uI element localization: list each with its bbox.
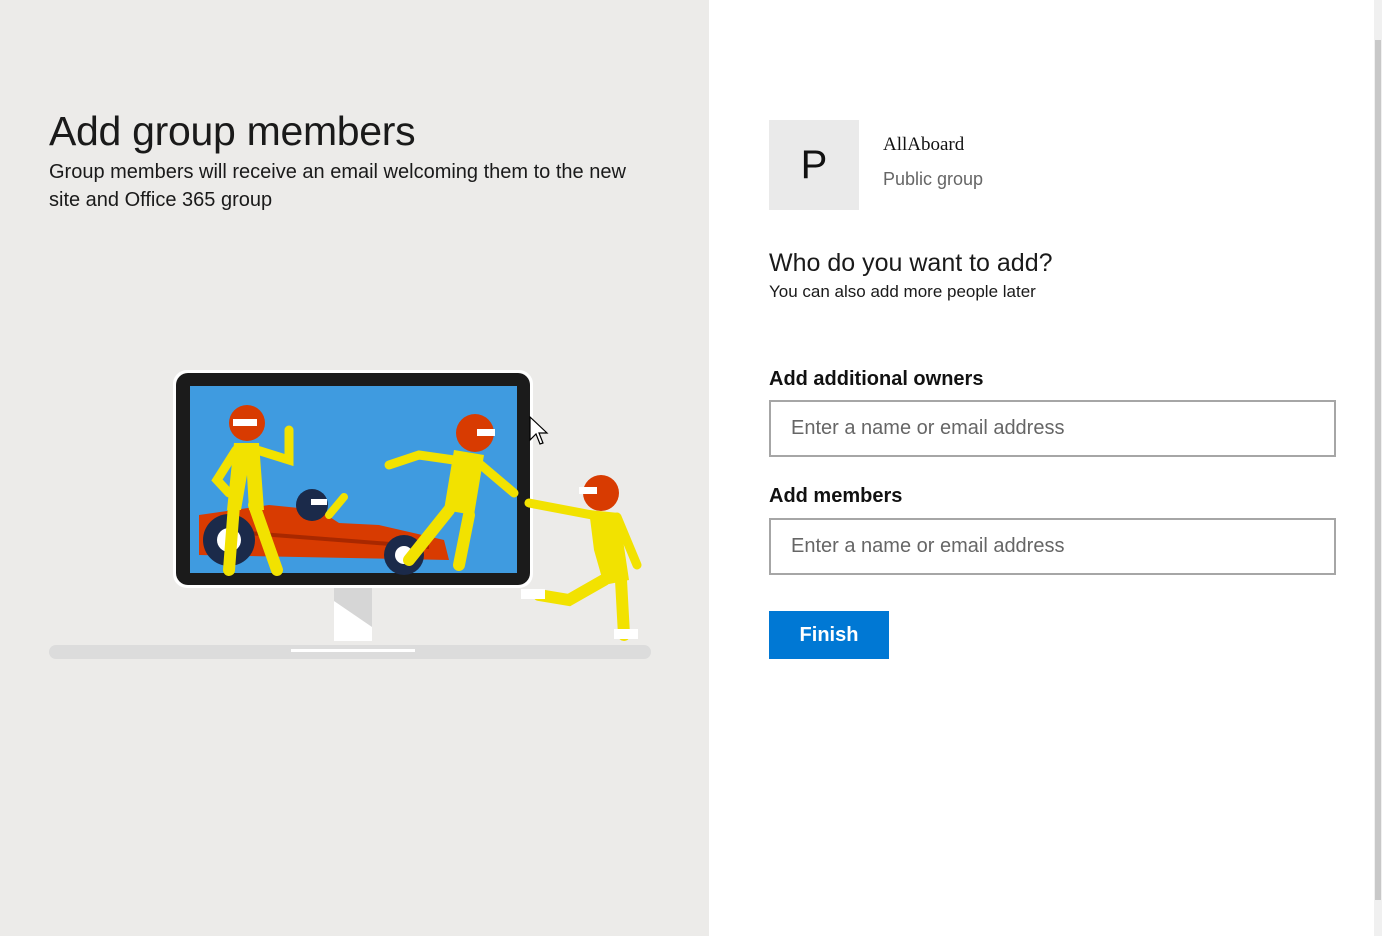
scrollbar-thumb[interactable] bbox=[1375, 40, 1381, 900]
mouse-pointer-icon bbox=[529, 416, 549, 445]
page-subtitle: Group members will receive an email welc… bbox=[49, 161, 626, 211]
group-privacy-type: Public group bbox=[883, 169, 984, 189]
group-name: AllAboard bbox=[883, 134, 965, 155]
owners-input[interactable] bbox=[769, 400, 1336, 457]
figure3-arm-left bbox=[524, 498, 597, 520]
who-question-heading: Who do you want to add? bbox=[769, 249, 1053, 277]
finish-button[interactable]: Finish bbox=[769, 611, 889, 659]
figure3-shoe-back bbox=[521, 589, 545, 599]
page-title: Add group members bbox=[49, 108, 416, 154]
driver-visor bbox=[311, 499, 327, 505]
members-input[interactable] bbox=[769, 518, 1336, 575]
left-panel: Add group members Group members will rec… bbox=[0, 0, 709, 936]
figure3-legs bbox=[533, 574, 630, 641]
figure2-visor bbox=[477, 429, 495, 436]
floor-line bbox=[291, 649, 415, 652]
members-field-label: Add members bbox=[769, 485, 903, 507]
who-question-subtext: You can also add more people later bbox=[769, 282, 1036, 301]
owners-field-label: Add additional owners bbox=[769, 368, 984, 390]
vertical-scrollbar[interactable] bbox=[1374, 0, 1382, 936]
figure3-visor bbox=[579, 487, 597, 494]
figure1-visor bbox=[233, 419, 257, 426]
team-illustration bbox=[49, 370, 651, 659]
group-avatar: P bbox=[769, 120, 859, 210]
figure3-shoe-front bbox=[614, 629, 638, 639]
